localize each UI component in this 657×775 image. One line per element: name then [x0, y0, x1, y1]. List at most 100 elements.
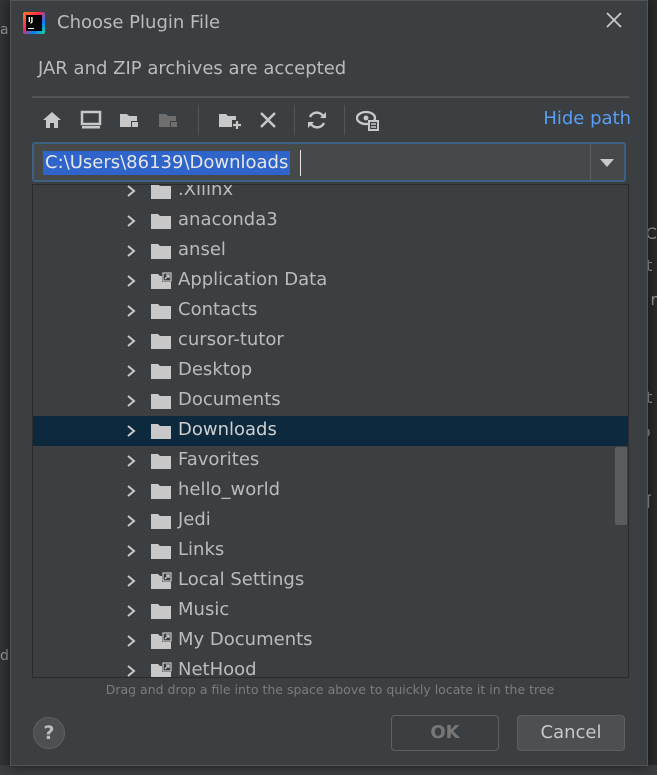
new-folder-button[interactable]	[218, 108, 242, 132]
chevron-down-icon[interactable]	[600, 159, 614, 167]
cancel-button[interactable]: Cancel	[517, 715, 625, 751]
background-text-fragment: d	[0, 648, 9, 664]
tree-item[interactable]: Contacts	[33, 296, 628, 326]
help-button[interactable]: ?	[33, 717, 65, 749]
tree-item-label: Local Settings	[178, 569, 305, 590]
toolbar-separator	[294, 105, 295, 135]
folder-link-icon	[151, 632, 172, 649]
folder-icon	[151, 304, 171, 319]
close-button[interactable]	[603, 11, 625, 33]
tree-item[interactable]: Downloads	[33, 416, 628, 446]
tree-item[interactable]: anaconda3	[33, 206, 628, 236]
toolbar-separator	[198, 105, 199, 135]
tree-item-label: Desktop	[178, 359, 253, 380]
tree-item[interactable]: Local Settings	[33, 566, 628, 596]
show-hidden-button[interactable]	[356, 108, 380, 132]
chevron-right-icon[interactable]	[124, 514, 138, 528]
tree-item[interactable]: My Documents	[33, 626, 628, 656]
project-button[interactable]	[118, 108, 142, 132]
hide-path-link[interactable]: Hide path	[543, 108, 631, 129]
desktop-icon	[80, 110, 102, 129]
show-hidden-icon	[356, 110, 379, 131]
home-button[interactable]	[40, 108, 64, 132]
logo-text: IJ	[28, 16, 34, 24]
tree-item[interactable]: ansel	[33, 236, 628, 266]
tree-item[interactable]: Jedi	[33, 506, 628, 536]
chevron-right-icon[interactable]	[124, 484, 138, 498]
tree-item[interactable]: Documents	[33, 386, 628, 416]
new-folder-icon	[219, 114, 242, 130]
folder-icon	[151, 544, 171, 559]
folder-icon	[151, 394, 171, 409]
ok-button[interactable]: OK	[391, 715, 499, 751]
chevron-right-icon[interactable]	[124, 304, 138, 318]
tree-item-label: Links	[178, 539, 225, 560]
tree-item-label: .Xilinx	[178, 184, 234, 200]
background-status-bar	[0, 765, 657, 775]
dialog-description: JAR and ZIP archives are accepted	[38, 58, 347, 79]
tree-item[interactable]: Favorites	[33, 446, 628, 476]
close-icon	[606, 12, 622, 28]
home-icon	[43, 112, 61, 128]
tree-item-label: Music	[178, 599, 230, 620]
file-chooser-toolbar: Hide path	[32, 103, 632, 137]
drag-drop-hint: Drag and drop a file into the space abov…	[105, 682, 555, 697]
folder-link-icon	[151, 662, 172, 677]
divider	[32, 96, 629, 98]
path-input[interactable]: C:\Users\86139\Downloads	[43, 151, 291, 175]
chevron-right-icon[interactable]	[124, 634, 138, 648]
tree-item[interactable]: .Xilinx	[33, 184, 628, 206]
tree-item-label: ansel	[178, 239, 226, 260]
chevron-right-icon[interactable]	[124, 454, 138, 468]
tree-item-label: Favorites	[178, 449, 260, 470]
folder-icon	[151, 185, 171, 199]
dialog-titlebar[interactable]: IJ Choose Plugin File	[11, 1, 647, 45]
refresh-button[interactable]	[305, 108, 329, 132]
text-caret	[300, 150, 301, 176]
folder-icon	[151, 484, 171, 499]
folder-icon	[151, 604, 171, 619]
project-folder-icon	[120, 114, 139, 128]
tree-item[interactable]: Desktop	[33, 356, 628, 386]
chevron-right-icon[interactable]	[124, 574, 138, 588]
folder-link-icon	[151, 572, 172, 589]
file-tree[interactable]: .Xilinx anaconda3 ansel Application Data Con…	[32, 184, 629, 678]
folder-icon	[151, 334, 171, 349]
path-combobox[interactable]: C:\Users\86139\Downloads	[32, 142, 626, 182]
chevron-right-icon[interactable]	[124, 604, 138, 618]
folder-icon	[151, 514, 171, 529]
chevron-right-icon[interactable]	[124, 424, 138, 438]
refresh-icon	[308, 111, 326, 129]
chevron-right-icon[interactable]	[124, 664, 138, 678]
delete-icon	[260, 112, 276, 128]
desktop-button[interactable]	[79, 108, 103, 132]
tree-item[interactable]: hello_world	[33, 476, 628, 506]
folder-icon	[151, 364, 171, 379]
tree-item-label: Downloads	[178, 419, 277, 440]
tree-item-label: anaconda3	[178, 209, 278, 230]
tree-scrollbar[interactable]	[615, 447, 627, 525]
dialog-title: Choose Plugin File	[57, 12, 221, 33]
chevron-right-icon[interactable]	[124, 394, 138, 408]
toolbar-separator	[344, 105, 345, 135]
chevron-right-icon[interactable]	[124, 274, 138, 288]
tree-item[interactable]: NetHood	[33, 656, 628, 678]
tree-item[interactable]: cursor-tutor	[33, 326, 628, 356]
chevron-right-icon[interactable]	[124, 184, 138, 198]
folder-icon	[151, 424, 171, 439]
tree-item[interactable]: Application Data	[33, 266, 628, 296]
tree-item[interactable]: Music	[33, 596, 628, 626]
choose-plugin-file-dialog: IJ Choose Plugin File JAR and ZIP archiv…	[10, 0, 648, 766]
chevron-right-icon[interactable]	[124, 544, 138, 558]
module-button[interactable]	[157, 108, 181, 132]
module-folder-icon	[159, 114, 178, 128]
chevron-right-icon[interactable]	[124, 364, 138, 378]
chevron-right-icon[interactable]	[124, 244, 138, 258]
tree-item[interactable]: Links	[33, 536, 628, 566]
tree-item-label: Jedi	[178, 509, 211, 530]
folder-icon	[151, 214, 171, 229]
delete-button[interactable]	[256, 108, 280, 132]
chevron-right-icon[interactable]	[124, 334, 138, 348]
chevron-right-icon[interactable]	[124, 214, 138, 228]
intellij-logo-icon: IJ	[23, 12, 45, 34]
